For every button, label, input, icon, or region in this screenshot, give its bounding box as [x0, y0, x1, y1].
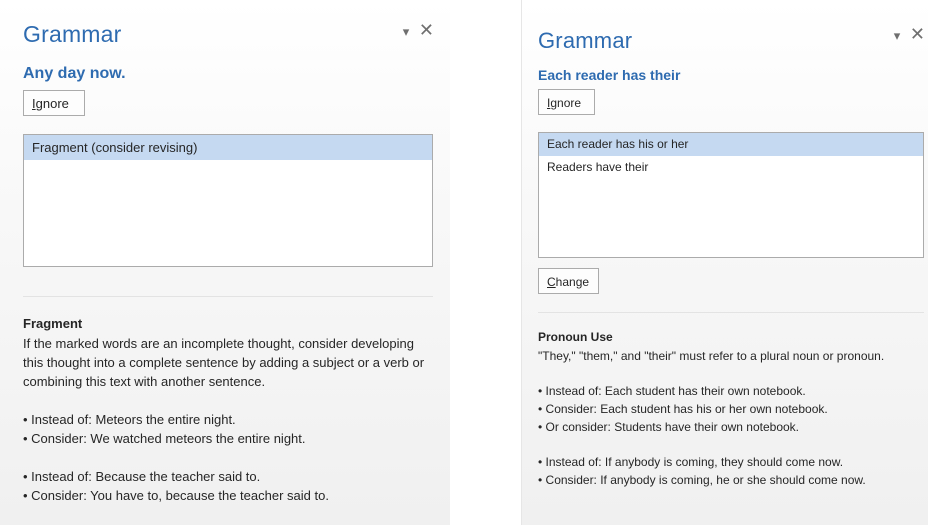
- suggestion-list[interactable]: Fragment (consider revising): [23, 134, 433, 267]
- close-icon[interactable]: ✕: [910, 25, 925, 43]
- ignore-button[interactable]: Ignore: [23, 90, 85, 116]
- suggestion-item[interactable]: Fragment (consider revising): [24, 135, 432, 160]
- grammar-pane-left: Grammar ▾ ✕ Any day now. Ignore Fragment…: [0, 0, 450, 525]
- suggestion-item[interactable]: Readers have their: [539, 156, 923, 179]
- flagged-text: Any day now.: [23, 65, 126, 82]
- example-line: • Consider: You have to, because the tea…: [23, 488, 329, 503]
- example-line: • Instead of: If anybody is coming, they…: [538, 455, 844, 469]
- suggestion-item[interactable]: Each reader has his or her: [539, 133, 923, 156]
- pane-title: Grammar: [538, 28, 633, 53]
- example-line: • Instead of: Because the teacher said t…: [23, 469, 261, 484]
- grammar-pane-right: Grammar ▾ ✕ Each reader has their Ignore…: [521, 0, 928, 525]
- example-line: • Instead of: Each student has their own…: [538, 384, 806, 398]
- flagged-text: Each reader has their: [538, 67, 681, 83]
- example-line: • Consider: Each student has his or her …: [538, 402, 828, 416]
- example-line: • Instead of: Meteors the entire night.: [23, 412, 236, 427]
- close-icon[interactable]: ✕: [419, 21, 434, 39]
- explanation-panel: Fragment If the marked words are an inco…: [23, 314, 433, 505]
- explanation-panel: Pronoun Use "They," "them," and "their" …: [538, 328, 924, 489]
- suggestion-list[interactable]: Each reader has his or her Readers have …: [538, 132, 924, 258]
- divider: [538, 312, 924, 313]
- ignore-button[interactable]: Ignore: [538, 89, 595, 115]
- example-line: • Or consider: Students have their own n…: [538, 420, 800, 434]
- pane-options-dropdown-icon[interactable]: ▾: [894, 28, 901, 44]
- pane-controls: ▾ ✕: [888, 25, 925, 44]
- explanation-heading: Pronoun Use: [538, 330, 613, 344]
- example-line: • Consider: If anybody is coming, he or …: [538, 473, 866, 487]
- pane-controls: ▾ ✕: [397, 21, 434, 40]
- explanation-heading: Fragment: [23, 316, 83, 331]
- pane-options-dropdown-icon[interactable]: ▾: [403, 24, 410, 40]
- pane-title: Grammar: [23, 21, 122, 47]
- explanation-description: "They," "them," and "their" must refer t…: [538, 349, 885, 363]
- divider: [23, 296, 433, 297]
- change-button[interactable]: Change: [538, 268, 599, 294]
- example-line: • Consider: We watched meteors the entir…: [23, 431, 306, 446]
- explanation-description: If the marked words are an incomplete th…: [23, 336, 425, 389]
